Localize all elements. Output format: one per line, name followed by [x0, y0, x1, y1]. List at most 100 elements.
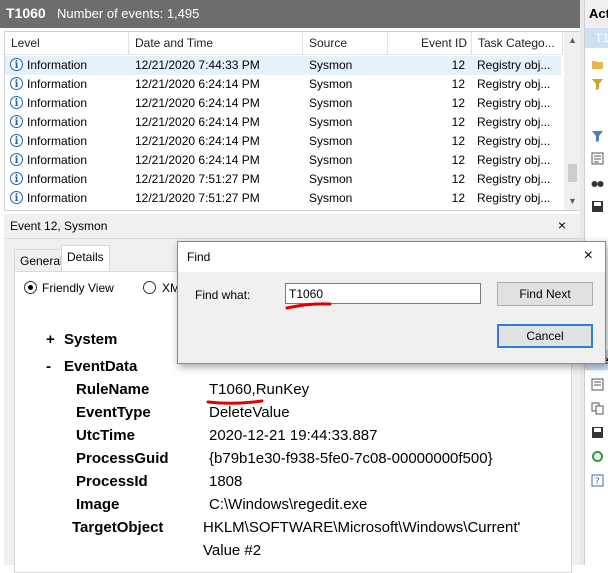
cell-level: Information — [27, 77, 88, 91]
information-icon: i — [10, 172, 23, 185]
find-binoculars-icon[interactable] — [591, 176, 604, 189]
column-header-level[interactable]: Level — [5, 32, 129, 54]
scroll-up-arrow-icon[interactable]: ▲ — [564, 32, 581, 49]
column-header-datetime[interactable]: Date and Time — [129, 32, 303, 54]
table-row[interactable]: i Information 12/21/2020 6:24:14 PM Sysmon 1… — [5, 113, 561, 132]
table-row[interactable]: i Information 12/21/2020 6:24:14 PM Sysmon 1… — [5, 151, 561, 170]
system-node[interactable]: System — [64, 331, 117, 348]
table-row[interactable]: i Information 12/21/2020 6:24:14 PM Sysmon 1… — [5, 94, 561, 113]
field-value-targetobject: HKLM\SOFTWARE\Microsoft\Windows\Current' — [203, 519, 521, 536]
cell-source: Sysmon — [309, 115, 353, 129]
find-dialog-titlebar: Find × — [178, 242, 605, 272]
cancel-button[interactable]: Cancel — [497, 324, 593, 348]
system-expander[interactable]: + — [46, 331, 55, 348]
cell-event-id: 12 — [451, 77, 465, 91]
eventdata-node[interactable]: EventData — [64, 358, 137, 375]
table-row[interactable]: i Information 12/21/2020 7:51:27 PM Sysmon 1… — [5, 170, 561, 189]
actions-header: Act — [585, 0, 608, 28]
cell-task-category: Registry obj... — [477, 153, 551, 167]
cell-event-id: 12 — [451, 191, 465, 205]
friendly-view-label[interactable]: Friendly View — [42, 281, 114, 295]
xml-view-radio[interactable] — [143, 281, 156, 294]
cell-datetime: 12/21/2020 7:44:33 PM — [135, 58, 260, 72]
cell-task-category: Registry obj... — [477, 115, 551, 129]
find-dialog-title: Find — [187, 250, 211, 264]
field-value-image: C:\Windows\regedit.exe — [209, 496, 368, 513]
cell-event-id: 12 — [451, 153, 465, 167]
properties-icon[interactable] — [591, 152, 604, 165]
cell-task-category: Registry obj... — [477, 134, 551, 148]
save-icon[interactable] — [591, 200, 604, 213]
field-value-eventtype: DeleteValue — [209, 404, 290, 421]
close-details-icon[interactable]: × — [558, 217, 566, 233]
tab-details[interactable]: Details — [61, 245, 110, 272]
cell-task-category: Registry obj... — [477, 96, 551, 110]
event-count: Number of events: 1,495 — [57, 6, 200, 21]
refresh-icon[interactable] — [591, 450, 604, 463]
cell-level: Information — [27, 191, 88, 205]
scroll-down-arrow-icon[interactable]: ▼ — [564, 193, 581, 210]
table-row[interactable]: i Information 12/21/2020 6:24:14 PM Sysmon 1… — [5, 75, 561, 94]
information-icon: i — [10, 134, 23, 147]
cell-source: Sysmon — [309, 134, 353, 148]
cell-task-category: Registry obj... — [477, 172, 551, 186]
cell-event-id: 12 — [451, 58, 465, 72]
find-next-button[interactable]: Find Next — [497, 282, 593, 306]
cell-source: Sysmon — [309, 58, 353, 72]
cell-level: Information — [27, 153, 88, 167]
field-key-processid: ProcessId — [76, 473, 148, 490]
cell-datetime: 12/21/2020 6:24:14 PM — [135, 153, 260, 167]
actions-section-log[interactable]: T1 — [585, 28, 608, 48]
cell-level: Information — [27, 58, 88, 72]
table-row[interactable]: i Information 12/21/2020 6:24:14 PM Sysmon 1… — [5, 132, 561, 151]
friendly-view-radio[interactable] — [24, 281, 37, 294]
save-selected-icon[interactable] — [591, 426, 604, 439]
find-what-label: Find what: — [195, 288, 251, 302]
close-find-icon[interactable]: × — [584, 247, 593, 265]
table-row[interactable]: i Information 12/21/2020 7:51:27 PM Sysmon 1… — [5, 189, 561, 208]
log-name: T1060 — [6, 5, 46, 21]
column-header-task-category[interactable]: Task Catego... — [472, 32, 563, 54]
field-value-processguid: {b79b1e30-f938-5fe0-7c08-00000000f500} — [209, 450, 493, 467]
cell-task-category: Registry obj... — [477, 191, 551, 205]
information-icon: i — [10, 58, 23, 71]
information-icon: i — [10, 191, 23, 204]
column-header-event-id[interactable]: Event ID — [388, 32, 472, 54]
cell-event-id: 12 — [451, 172, 465, 186]
field-value-utctime: 2020-12-21 19:44:33.887 — [209, 427, 378, 444]
cell-source: Sysmon — [309, 153, 353, 167]
cell-source: Sysmon — [309, 96, 353, 110]
help-icon[interactable]: ? — [591, 474, 604, 487]
cell-source: Sysmon — [309, 191, 353, 205]
field-key-utctime: UtcTime — [76, 427, 135, 444]
eventdata-collapser[interactable]: - — [46, 358, 51, 375]
event-properties-icon[interactable] — [591, 378, 604, 391]
scroll-thumb[interactable] — [568, 164, 577, 182]
cell-source: Sysmon — [309, 77, 353, 91]
cell-task-category: Registry obj... — [477, 58, 551, 72]
copy-icon[interactable] — [591, 402, 604, 415]
cell-event-id: 12 — [451, 115, 465, 129]
information-icon: i — [10, 77, 23, 90]
event-details-title: Event 12, Sysmon — [10, 219, 108, 233]
find-dialog: Find × Find what: T1060 Find Next Cancel — [177, 241, 606, 364]
cell-event-id: 12 — [451, 96, 465, 110]
filter-icon[interactable] — [591, 78, 604, 91]
open-folder-icon[interactable] — [591, 58, 604, 71]
field-value-processid: 1808 — [209, 473, 243, 490]
cell-datetime: 12/21/2020 6:24:14 PM — [135, 115, 260, 129]
field-key-targetobject: TargetObject — [72, 519, 164, 536]
event-list[interactable]: Level Date and Time Source Event ID Task… — [4, 31, 582, 211]
column-header-source[interactable]: Source — [303, 32, 388, 54]
event-list-scrollbar[interactable]: ▲ ▼ — [564, 32, 581, 210]
cell-datetime: 12/21/2020 6:24:14 PM — [135, 96, 260, 110]
log-title-bar: T1060 Number of events: 1,495 — [0, 0, 580, 28]
field-key-rulename: RuleName — [76, 381, 150, 398]
information-icon: i — [10, 96, 23, 109]
find-what-input[interactable]: T1060 — [285, 283, 481, 304]
filter-funnel-icon[interactable] — [591, 130, 604, 143]
table-row[interactable]: i Information 12/21/2020 7:44:33 PM Sysmon 1… — [5, 56, 561, 75]
cell-datetime: 12/21/2020 7:51:27 PM — [135, 191, 260, 205]
cell-datetime: 12/21/2020 6:24:14 PM — [135, 134, 260, 148]
header-divider — [5, 54, 563, 55]
